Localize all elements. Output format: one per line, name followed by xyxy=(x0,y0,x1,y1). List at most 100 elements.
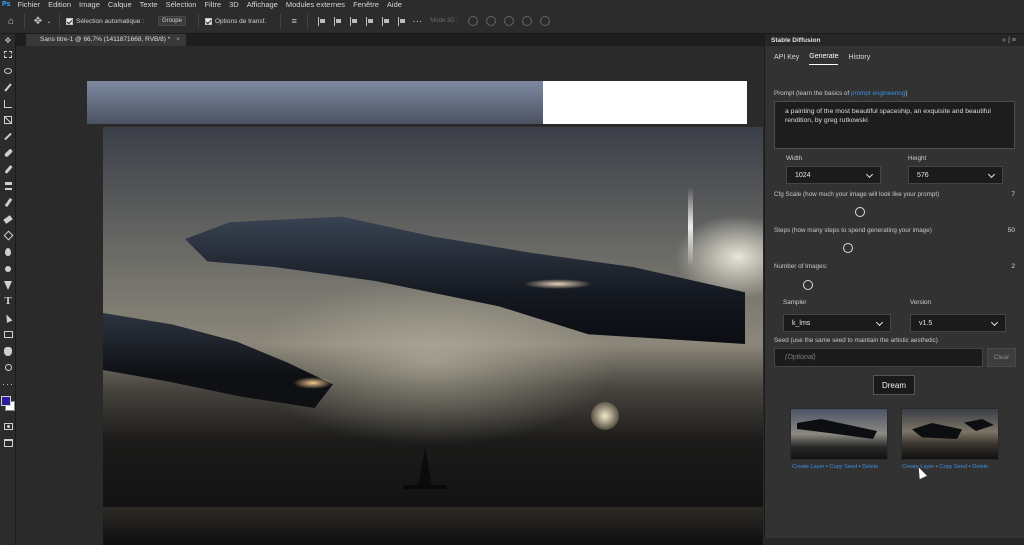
dream-button[interactable]: Dream xyxy=(873,375,915,395)
sampler-select[interactable]: k_lms xyxy=(783,314,891,332)
height-value: 576 xyxy=(917,171,929,179)
tool-blur[interactable] xyxy=(0,244,16,261)
auto-select-dropdown[interactable]: Groupe xyxy=(157,16,186,26)
menu-calque[interactable]: Calque xyxy=(108,0,132,9)
prompt-textarea[interactable]: a painting of the most beautiful spacesh… xyxy=(774,101,1015,149)
menu-fenetre[interactable]: Fenêtre xyxy=(353,0,379,9)
cfg-scale-slider-handle[interactable] xyxy=(854,207,865,217)
tool-crop[interactable] xyxy=(0,96,16,113)
steps-slider[interactable] xyxy=(774,243,1019,253)
copy-seed-link[interactable]: Copy Seed xyxy=(939,464,967,470)
chevron-down-icon[interactable]: ⌄ xyxy=(45,14,53,28)
clear-button[interactable]: Clear xyxy=(987,348,1016,367)
tool-eraser[interactable] xyxy=(0,211,16,228)
width-select[interactable]: 1024 xyxy=(786,166,881,184)
tool-dodge[interactable] xyxy=(0,261,16,278)
scale-3d-icon[interactable] xyxy=(539,16,550,26)
document-tab[interactable]: Sans titre-1 @ 66,7% (1411871668, RVB/8)… xyxy=(26,34,186,46)
menu-3d[interactable]: 3D xyxy=(229,0,239,9)
history-brush-icon xyxy=(4,198,12,208)
chevron-down-icon xyxy=(987,170,996,179)
tool-move[interactable]: ✥ xyxy=(0,34,16,46)
menu-modules-externes[interactable]: Modules externes xyxy=(286,0,345,9)
tool-zoom[interactable] xyxy=(0,360,16,377)
menu-aide[interactable]: Aide xyxy=(387,0,402,9)
create-layer-link[interactable]: Create Layer xyxy=(792,464,824,470)
cfg-scale-slider[interactable] xyxy=(774,207,1019,217)
align-top-icon[interactable] xyxy=(366,16,374,26)
number-of-images-label: Number of Images: xyxy=(774,263,828,270)
align-middle-icon[interactable] xyxy=(382,16,390,26)
menu-texte[interactable]: Texte xyxy=(140,0,158,9)
tool-eyedropper[interactable] xyxy=(0,129,16,146)
panel-menu-icon[interactable]: »|≡ xyxy=(1002,37,1018,44)
tool-brush[interactable] xyxy=(0,162,16,179)
tool-more[interactable]: ··· xyxy=(0,376,16,393)
tab-generate[interactable]: Generate xyxy=(809,49,839,65)
height-select[interactable]: 576 xyxy=(908,166,1003,184)
menu-image[interactable]: Image xyxy=(79,0,100,9)
tool-frame[interactable] xyxy=(0,112,16,129)
menu-filtre[interactable]: Filtre xyxy=(204,0,221,9)
document-image[interactable] xyxy=(103,127,763,545)
tab-history[interactable]: History xyxy=(848,50,870,65)
align-left-icon[interactable] xyxy=(318,16,326,26)
transform-options-checkbox[interactable] xyxy=(204,17,212,25)
align-right-icon[interactable] xyxy=(350,16,358,26)
orbit-3d-icon[interactable] xyxy=(467,16,478,26)
tool-path-selection[interactable] xyxy=(0,310,16,327)
menu-affichage[interactable]: Affichage xyxy=(247,0,278,9)
roll-3d-icon[interactable] xyxy=(485,16,496,26)
pan-3d-icon[interactable] xyxy=(503,16,514,26)
sailboat-hull xyxy=(403,485,447,489)
eyedropper-icon xyxy=(4,132,12,141)
foreground-color-swatch[interactable] xyxy=(1,395,11,406)
align-center-icon[interactable] xyxy=(334,16,342,26)
align-bottom-icon[interactable] xyxy=(398,16,406,26)
prompt-engineering-link[interactable]: prompt engineering xyxy=(851,90,905,97)
close-icon[interactable]: × xyxy=(176,36,180,43)
more-icon[interactable]: ··· xyxy=(410,14,424,28)
version-label: Version xyxy=(910,299,932,306)
result-thumbnail-2[interactable] xyxy=(901,408,999,460)
result-thumbnail-1[interactable] xyxy=(790,408,888,460)
seed-input[interactable]: (Optional) xyxy=(774,348,983,367)
panel-header: Stable Diffusion »|≡ xyxy=(765,34,1024,46)
tool-healing[interactable] xyxy=(0,145,16,162)
tool-pen[interactable] xyxy=(0,277,16,294)
tool-history-brush[interactable] xyxy=(0,195,16,212)
distribute-icon[interactable]: ≡ xyxy=(287,14,301,28)
delete-link[interactable]: Delete xyxy=(972,464,988,470)
number-of-images-slider[interactable] xyxy=(774,280,1019,290)
menu-selection[interactable]: Sélection xyxy=(166,0,197,9)
auto-select-checkbox[interactable] xyxy=(66,17,73,25)
tool-type[interactable]: T xyxy=(0,294,16,311)
document-tab-title: Sans titre-1 @ 66,7% (1411871668, RVB/8)… xyxy=(40,36,171,43)
menu-fichier[interactable]: Fichier xyxy=(18,0,41,9)
number-of-images-slider-handle[interactable] xyxy=(803,280,814,290)
move-tool-icon[interactable]: ✥ xyxy=(31,14,45,28)
more-tools-icon: ··· xyxy=(2,378,14,389)
chevron-down-icon xyxy=(875,318,884,327)
delete-link[interactable]: Delete xyxy=(862,464,878,470)
slide-3d-icon[interactable] xyxy=(521,16,532,26)
tool-paint-bucket[interactable] xyxy=(0,228,16,245)
tab-api-key[interactable]: API Key xyxy=(774,50,799,65)
tool-magic-wand[interactable] xyxy=(0,79,16,96)
stable-diffusion-panel: Stable Diffusion »|≡ API Key Generate Hi… xyxy=(764,34,1024,545)
menu-edition[interactable]: Edition xyxy=(48,0,71,9)
path-selection-icon xyxy=(3,313,13,324)
copy-seed-link[interactable]: Copy Seed xyxy=(829,464,857,470)
version-select[interactable]: v1.5 xyxy=(910,314,1006,332)
tool-lasso[interactable] xyxy=(0,63,16,80)
engine-glow xyxy=(523,279,593,289)
height-label: Height xyxy=(908,155,927,162)
home-icon[interactable]: ⌂ xyxy=(4,14,18,28)
steps-slider-handle[interactable] xyxy=(842,243,853,253)
tool-clone-stamp[interactable] xyxy=(0,178,16,195)
tool-rectangle[interactable] xyxy=(0,327,16,344)
tool-marquee[interactable] xyxy=(0,46,16,63)
tool-quick-mask[interactable] xyxy=(0,419,16,436)
tool-screen-mode[interactable] xyxy=(0,435,16,452)
tool-hand[interactable] xyxy=(0,343,16,360)
